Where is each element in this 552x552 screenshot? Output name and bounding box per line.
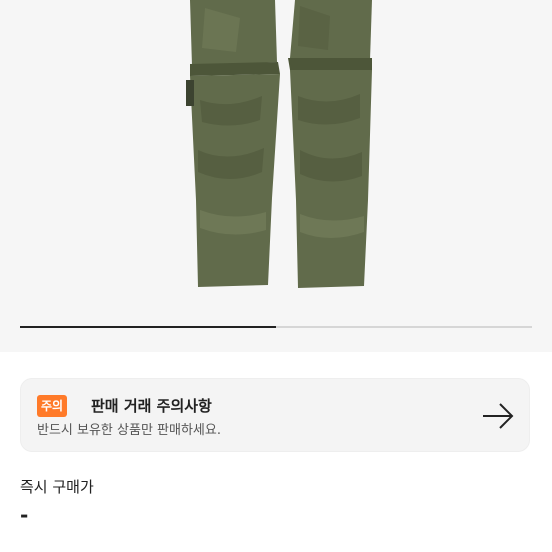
notice-subtitle: 반드시 보유한 상품만 판매하세요. xyxy=(37,423,221,438)
gallery-progress xyxy=(20,326,532,328)
product-image-area[interactable] xyxy=(0,0,552,352)
instant-buy-label: 즉시 구매가 xyxy=(20,478,94,496)
sale-notice-banner[interactable]: 주의 판매 거래 주의사항 반드시 보유한 상품만 판매하세요. xyxy=(20,378,530,452)
pants-image xyxy=(186,0,372,288)
warning-badge: 주의 xyxy=(37,395,68,417)
notice-title: 판매 거래 주의사항 xyxy=(91,397,212,415)
gallery-progress-fill xyxy=(20,326,276,328)
arrow-right-icon[interactable] xyxy=(481,399,515,433)
instant-buy-price: - xyxy=(20,503,29,527)
